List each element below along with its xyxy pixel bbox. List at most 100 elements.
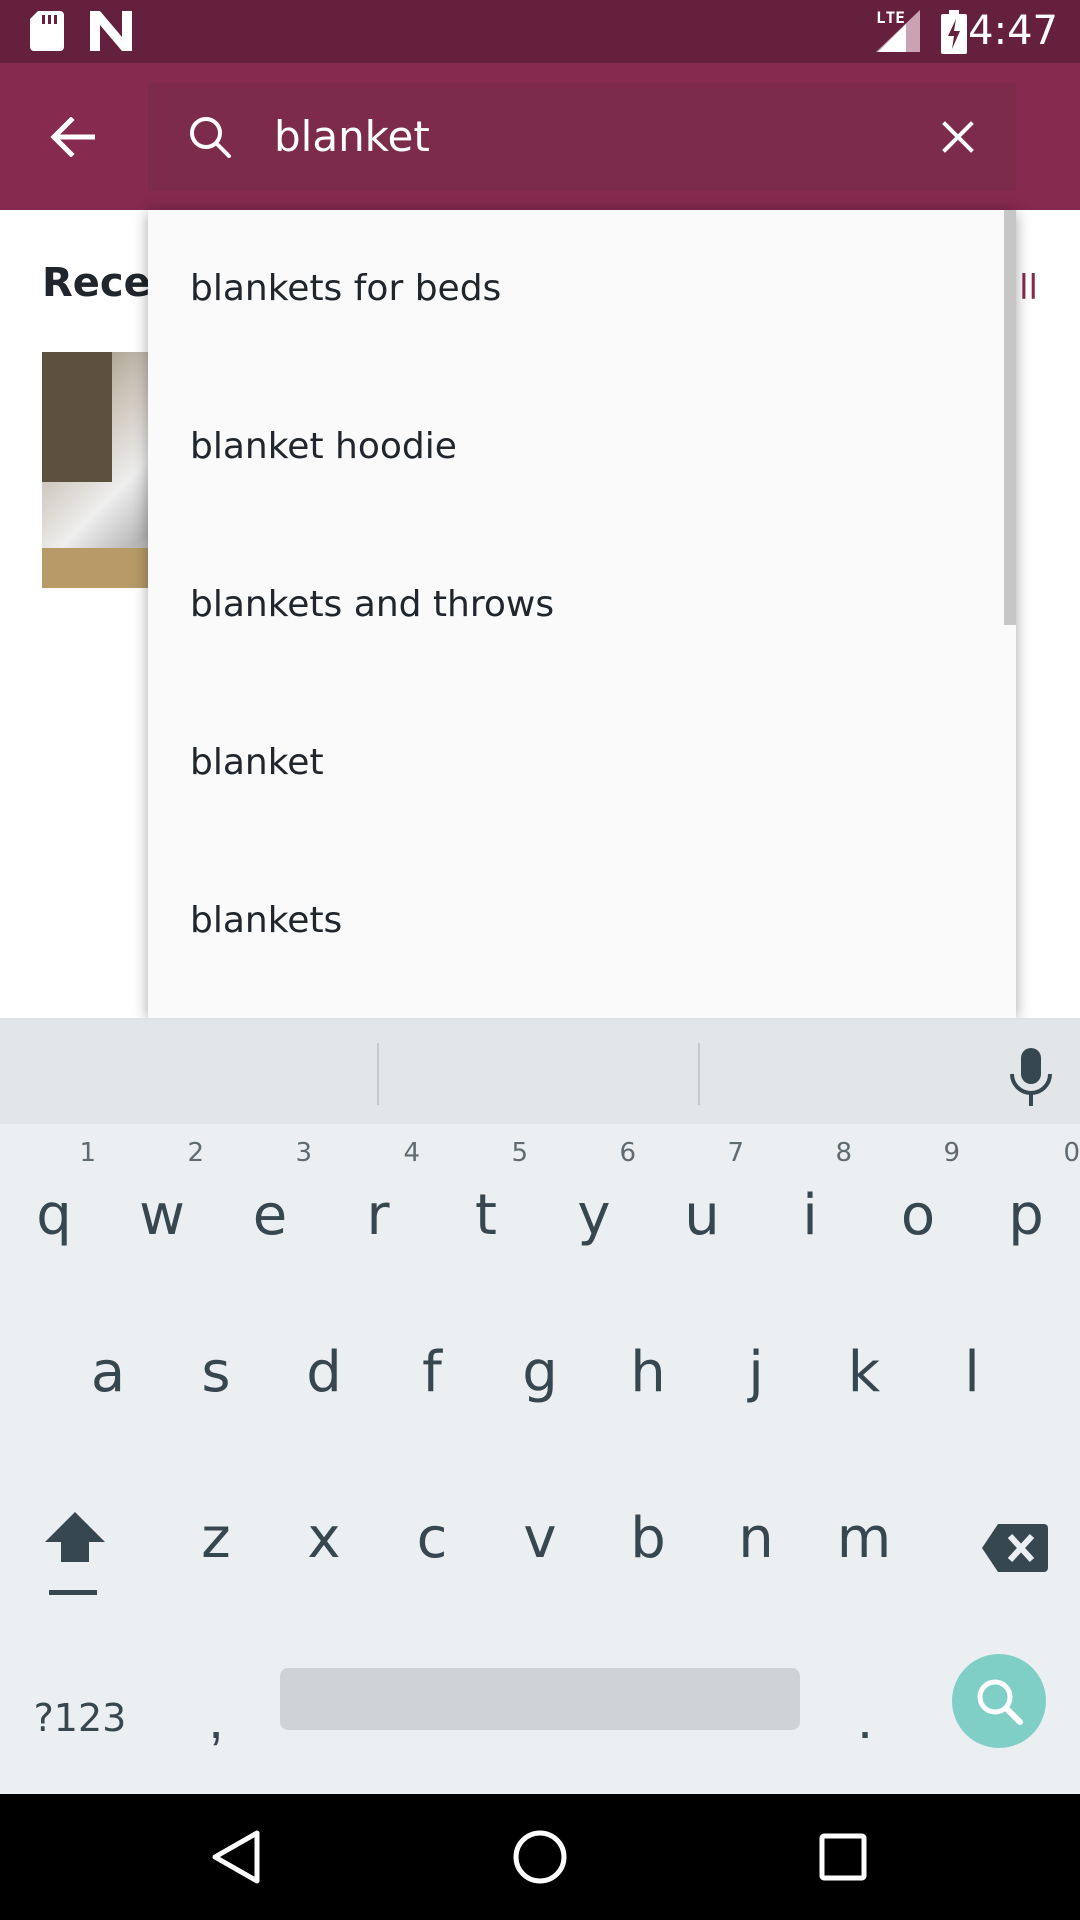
strip-divider — [377, 1043, 379, 1105]
key-char: s — [201, 1340, 231, 1405]
key-z[interactable]: z — [162, 1456, 270, 1622]
key-t[interactable]: t5 — [432, 1124, 540, 1290]
key-char: v — [523, 1506, 557, 1571]
key-char: p — [1008, 1183, 1044, 1248]
search-box[interactable]: blanket — [148, 83, 1016, 191]
key-o[interactable]: o9 — [864, 1124, 972, 1290]
status-bar: LTE 4:47 — [0, 0, 1080, 63]
key-e[interactable]: e3 — [216, 1124, 324, 1290]
suggestion-item[interactable]: blankets for beds — [148, 210, 1016, 368]
key-char: a — [90, 1340, 126, 1405]
key-number-hint: 5 — [511, 1138, 528, 1168]
suggestions-scrollbar[interactable] — [1004, 210, 1016, 625]
triangle-back-icon — [212, 1830, 260, 1884]
key-l[interactable]: l — [918, 1290, 1026, 1456]
key-g[interactable]: g — [486, 1290, 594, 1456]
key-k[interactable]: k — [810, 1290, 918, 1456]
key-number-hint: 6 — [619, 1138, 636, 1168]
key-char: n — [738, 1506, 774, 1571]
circle-home-icon — [513, 1830, 567, 1884]
suggestion-label: blankets and throws — [190, 584, 555, 625]
key-char: u — [684, 1183, 720, 1248]
key-q[interactable]: q1 — [0, 1124, 108, 1290]
suggestion-item[interactable]: blankets — [148, 842, 1016, 1000]
key-m[interactable]: m — [810, 1456, 918, 1622]
lte-signal-icon: LTE — [876, 8, 920, 52]
thumb-shelf — [42, 352, 112, 482]
key-y[interactable]: y6 — [540, 1124, 648, 1290]
key-char: r — [366, 1183, 390, 1248]
key-char: q — [36, 1183, 72, 1248]
key-char: w — [139, 1183, 185, 1248]
n-logo-icon — [90, 11, 132, 51]
key-v[interactable]: v — [486, 1456, 594, 1622]
key-char: j — [748, 1340, 764, 1405]
key-number-hint: 0 — [1063, 1138, 1080, 1168]
key-f[interactable]: f — [378, 1290, 486, 1456]
key-char: d — [306, 1340, 342, 1405]
see-all-link[interactable]: ll — [1019, 268, 1038, 308]
symbols-key[interactable]: ?123 — [20, 1638, 140, 1798]
key-number-hint: 8 — [835, 1138, 852, 1168]
key-char: k — [847, 1340, 881, 1405]
key-h[interactable]: h — [594, 1290, 702, 1456]
key-char: y — [577, 1183, 611, 1248]
suggestion-label: blankets for beds — [190, 268, 502, 309]
key-b[interactable]: b — [594, 1456, 702, 1622]
keyboard-suggestion-strip — [0, 1018, 1080, 1124]
key-char: l — [964, 1340, 980, 1405]
key-char: i — [802, 1183, 818, 1248]
key-char: e — [252, 1183, 288, 1248]
backspace-key[interactable] — [960, 1498, 1070, 1598]
key-u[interactable]: u7 — [648, 1124, 756, 1290]
key-char: g — [522, 1340, 558, 1405]
key-char: z — [201, 1506, 231, 1571]
key-char: h — [630, 1340, 666, 1405]
keyboard: q1 w2 e3 r4 t5 y6 u7 i8 o9 p0 a s d f g … — [0, 1018, 1080, 1794]
key-p[interactable]: p0 — [972, 1124, 1080, 1290]
key-c[interactable]: c — [378, 1456, 486, 1622]
navigation-bar — [0, 1794, 1080, 1920]
key-s[interactable]: s — [162, 1290, 270, 1456]
suggestion-item[interactable]: blankets and throws — [148, 526, 1016, 684]
suggestion-label: blanket hoodie — [190, 426, 457, 467]
key-number-hint: 2 — [187, 1138, 204, 1168]
key-j[interactable]: j — [702, 1290, 810, 1456]
search-action-key[interactable] — [952, 1654, 1046, 1748]
search-input[interactable]: blanket — [274, 83, 430, 191]
back-button[interactable] — [34, 99, 110, 175]
status-time: 4:47 — [968, 8, 1058, 54]
key-char: f — [422, 1340, 442, 1405]
backspace-icon — [982, 1524, 1048, 1572]
battery-charging-icon — [941, 10, 967, 54]
period-key[interactable]: . — [820, 1638, 910, 1798]
key-d[interactable]: d — [270, 1290, 378, 1456]
nav-recents-button[interactable] — [808, 1822, 878, 1892]
suggestion-item[interactable]: blanket hoodie — [148, 368, 1016, 526]
microphone-icon[interactable] — [1006, 1048, 1056, 1106]
key-x[interactable]: x — [270, 1456, 378, 1622]
comma-key[interactable]: , — [168, 1638, 264, 1798]
shift-key[interactable] — [20, 1488, 130, 1618]
suggestions-list: blankets for beds blanket hoodie blanket… — [148, 210, 1016, 1018]
key-a[interactable]: a — [54, 1290, 162, 1456]
close-icon — [942, 121, 974, 153]
key-r[interactable]: r4 — [324, 1124, 432, 1290]
clear-search-button[interactable] — [928, 107, 988, 167]
key-n[interactable]: n — [702, 1456, 810, 1622]
strip-divider — [698, 1043, 700, 1105]
search-icon — [190, 117, 231, 158]
key-number-hint: 9 — [943, 1138, 960, 1168]
network-label: LTE — [876, 8, 905, 27]
square-recents-icon — [819, 1833, 867, 1881]
key-i[interactable]: i8 — [756, 1124, 864, 1290]
suggestion-item[interactable]: blanket — [148, 684, 1016, 842]
key-char: o — [900, 1183, 936, 1248]
app-bar: blanket — [0, 63, 1080, 210]
suggestion-label: blanket — [190, 742, 324, 783]
key-number-hint: 4 — [403, 1138, 420, 1168]
nav-back-button[interactable] — [201, 1822, 271, 1892]
key-w[interactable]: w2 — [108, 1124, 216, 1290]
space-key[interactable] — [280, 1668, 800, 1730]
nav-home-button[interactable] — [505, 1822, 575, 1892]
